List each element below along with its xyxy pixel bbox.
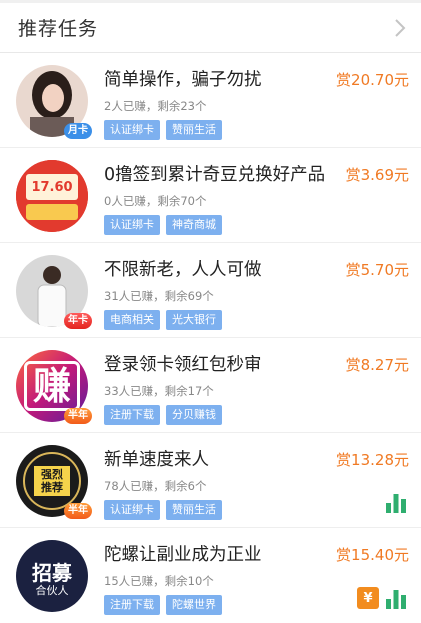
bar-chart-icon bbox=[386, 590, 406, 609]
task-item[interactable]: 强烈推荐 半年 新单速度来人 赏13.28元 78人已赚，剩余6个 认证绑卡 赞… bbox=[0, 433, 421, 528]
task-title: 0撸签到累计奇豆兑换好产品 bbox=[104, 165, 326, 185]
task-avatar: 赚 半年 bbox=[16, 350, 92, 424]
red-envelope-avatar: 17.60 bbox=[16, 160, 88, 232]
task-tag[interactable]: 认证绑卡 bbox=[104, 215, 160, 235]
task-tag[interactable]: 电商相关 bbox=[104, 310, 160, 330]
task-tag[interactable]: 陀螺世界 bbox=[166, 595, 222, 615]
task-avatar: 招募 合伙人 bbox=[16, 540, 88, 612]
recruit-partner-avatar: 招募 合伙人 bbox=[16, 540, 88, 612]
task-tag[interactable]: 认证绑卡 bbox=[104, 500, 160, 520]
card-badge: 半年 bbox=[64, 408, 92, 424]
task-item[interactable]: 月卡 简单操作，骗子勿扰 赏20.70元 2人已赚，剩余23个 认证绑卡 赞丽生… bbox=[0, 53, 421, 148]
chevron-right-icon[interactable] bbox=[393, 17, 407, 39]
task-title: 新单速度来人 bbox=[104, 450, 209, 470]
task-meta: 31人已赚，剩余69个 bbox=[104, 289, 214, 303]
avatar-glyph: 赚 bbox=[23, 361, 80, 411]
task-item[interactable]: 招募 合伙人 陀螺让副业成为正业 赏15.40元 15人已赚，剩余10个 注册下… bbox=[0, 528, 421, 623]
task-meta: 0人已赚，剩余70个 bbox=[104, 194, 207, 208]
task-avatar: 月卡 bbox=[16, 65, 92, 139]
task-item[interactable]: 17.60 0撸签到累计奇豆兑换好产品 赏3.69元 0人已赚，剩余70个 认证… bbox=[0, 148, 421, 243]
task-avatar: 年卡 bbox=[16, 255, 92, 329]
task-title: 简单操作，骗子勿扰 bbox=[104, 70, 262, 90]
task-title: 陀螺让副业成为正业 bbox=[104, 545, 262, 565]
task-reward: 赏5.70元 bbox=[345, 261, 409, 279]
section-header[interactable]: 推荐任务 bbox=[0, 3, 421, 53]
task-meta: 2人已赚，剩余23个 bbox=[104, 99, 207, 113]
task-tag[interactable]: 赞丽生活 bbox=[166, 120, 222, 140]
task-avatar: 强烈推荐 半年 bbox=[16, 445, 92, 519]
task-tag[interactable]: 注册下载 bbox=[104, 595, 160, 615]
task-tag[interactable]: 认证绑卡 bbox=[104, 120, 160, 140]
task-tag[interactable]: 注册下载 bbox=[104, 405, 160, 425]
avatar-amount: 17.60 bbox=[31, 180, 73, 195]
task-tag[interactable]: 赞丽生活 bbox=[166, 500, 222, 520]
section-title: 推荐任务 bbox=[18, 18, 99, 40]
task-meta: 33人已赚，剩余17个 bbox=[104, 384, 214, 398]
task-title: 登录领卡领红包秒审 bbox=[104, 355, 262, 375]
task-tag[interactable]: 分贝赚钱 bbox=[166, 405, 222, 425]
task-title: 不限新老，人人可做 bbox=[104, 260, 262, 280]
task-reward: 赏15.40元 bbox=[336, 546, 409, 564]
avatar-seal-text: 强烈推荐 bbox=[34, 466, 70, 496]
avatar-title: 招募 bbox=[32, 561, 72, 585]
task-meta: 78人已赚，剩余6个 bbox=[104, 479, 207, 493]
bar-chart-icon bbox=[386, 494, 406, 513]
task-avatar: 17.60 bbox=[16, 160, 88, 232]
task-reward: 赏3.69元 bbox=[345, 166, 409, 184]
task-reward: 赏8.27元 bbox=[345, 356, 409, 374]
task-reward: 赏20.70元 bbox=[336, 71, 409, 89]
task-tag[interactable]: 神奇商城 bbox=[166, 215, 222, 235]
card-badge: 半年 bbox=[64, 503, 92, 519]
task-item[interactable]: 赚 半年 登录领卡领红包秒审 赏8.27元 33人已赚，剩余17个 注册下载 分… bbox=[0, 338, 421, 433]
task-reward: 赏13.28元 bbox=[336, 451, 409, 469]
card-badge: 年卡 bbox=[64, 313, 92, 329]
task-tag[interactable]: 光大银行 bbox=[166, 310, 222, 330]
task-item[interactable]: 年卡 不限新老，人人可做 赏5.70元 31人已赚，剩余69个 电商相关 光大银… bbox=[0, 243, 421, 338]
task-list: 月卡 简单操作，骗子勿扰 赏20.70元 2人已赚，剩余23个 认证绑卡 赞丽生… bbox=[0, 53, 421, 623]
yuan-icon: ¥ bbox=[357, 587, 379, 609]
avatar-subtitle: 合伙人 bbox=[35, 584, 69, 597]
card-badge: 月卡 bbox=[64, 123, 92, 139]
